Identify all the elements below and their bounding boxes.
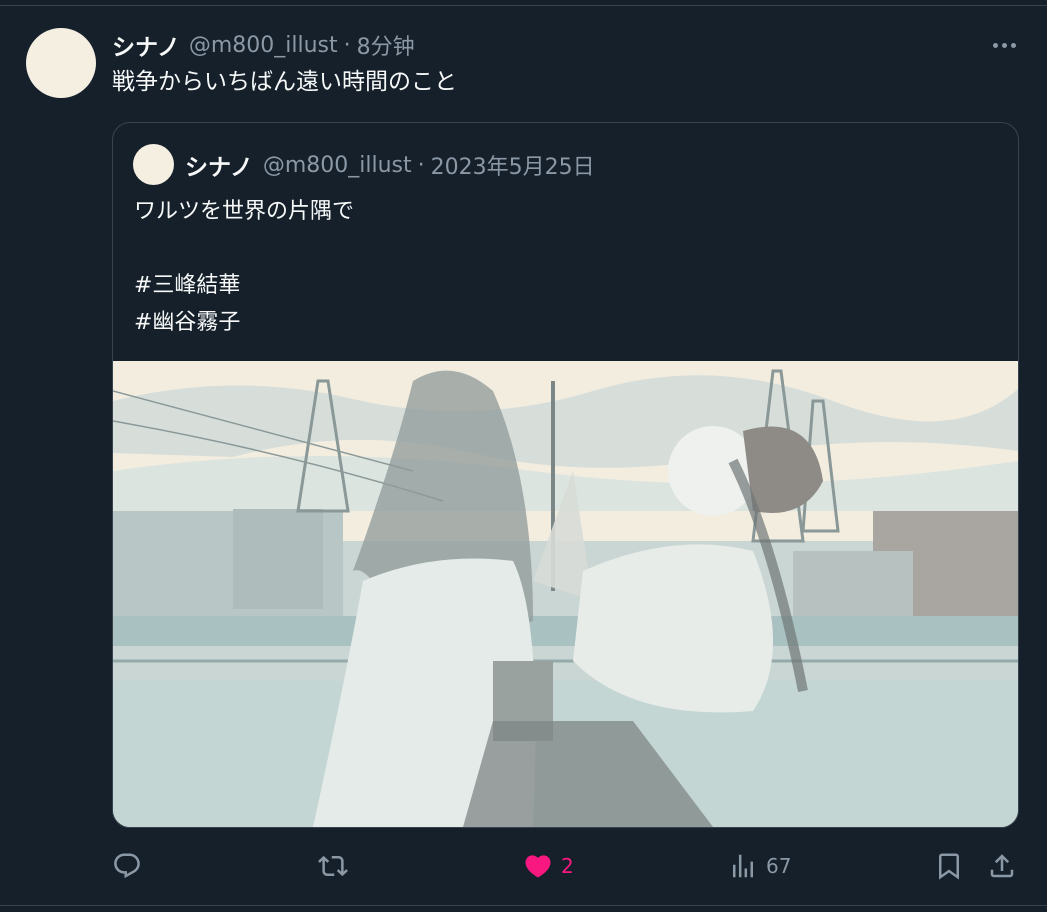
quoted-header: シナノ @m800_illust · 2023年5月25日	[185, 147, 595, 183]
quoted-author-avatar	[133, 144, 174, 185]
more-icon[interactable]	[986, 30, 1022, 60]
views-count: 67	[766, 854, 792, 878]
action-bar: 2 67	[0, 844, 1047, 888]
quoted-author-handle: @m800_illust	[262, 152, 412, 178]
meta-separator: ·	[343, 32, 351, 58]
reply-button[interactable]	[112, 844, 150, 888]
author-handle[interactable]: @m800_illust	[189, 33, 338, 58]
quoted-text: ワルツを世界の片隅で #三峰結華 #幽谷霧子	[134, 193, 354, 341]
quoted-tweet[interactable]: シナノ @m800_illust · 2023年5月25日 ワルツを世界の片隅で…	[112, 122, 1019, 828]
reply-icon	[114, 853, 140, 879]
quoted-text-line: ワルツを世界の片隅で	[134, 199, 355, 224]
share-icon	[990, 854, 1014, 878]
illustration-image[interactable]	[113, 361, 1018, 827]
heart-icon	[525, 855, 551, 878]
views-icon	[733, 854, 753, 878]
bookmark-icon	[939, 853, 959, 880]
like-count: 2	[561, 854, 574, 878]
tweet-time[interactable]: 8分钟	[357, 29, 415, 61]
hashtag-link[interactable]: #三峰結華	[134, 267, 354, 304]
share-button[interactable]	[987, 844, 1017, 888]
author-name[interactable]: シナノ	[112, 28, 180, 62]
quoted-text-line	[134, 230, 354, 267]
quoted-meta-separator: ·	[417, 152, 425, 178]
bookmark-button[interactable]	[934, 844, 964, 888]
tweet-text: 戦争からいちばん遠い時間のこと	[112, 69, 457, 95]
tweet-header: シナノ @m800_illust · 8分钟	[112, 28, 415, 62]
author-avatar[interactable]	[26, 28, 96, 98]
top-divider	[0, 5, 1047, 6]
hashtag-link[interactable]: #幽谷霧子	[134, 304, 354, 341]
quoted-author-name: シナノ	[185, 155, 253, 181]
like-button[interactable]: 2	[523, 844, 574, 888]
bottom-divider	[0, 905, 1047, 906]
retweet-button[interactable]	[318, 844, 356, 888]
retweet-icon	[318, 855, 348, 877]
views-button[interactable]: 67	[728, 844, 791, 888]
quoted-date: 2023年5月25日	[430, 155, 595, 180]
